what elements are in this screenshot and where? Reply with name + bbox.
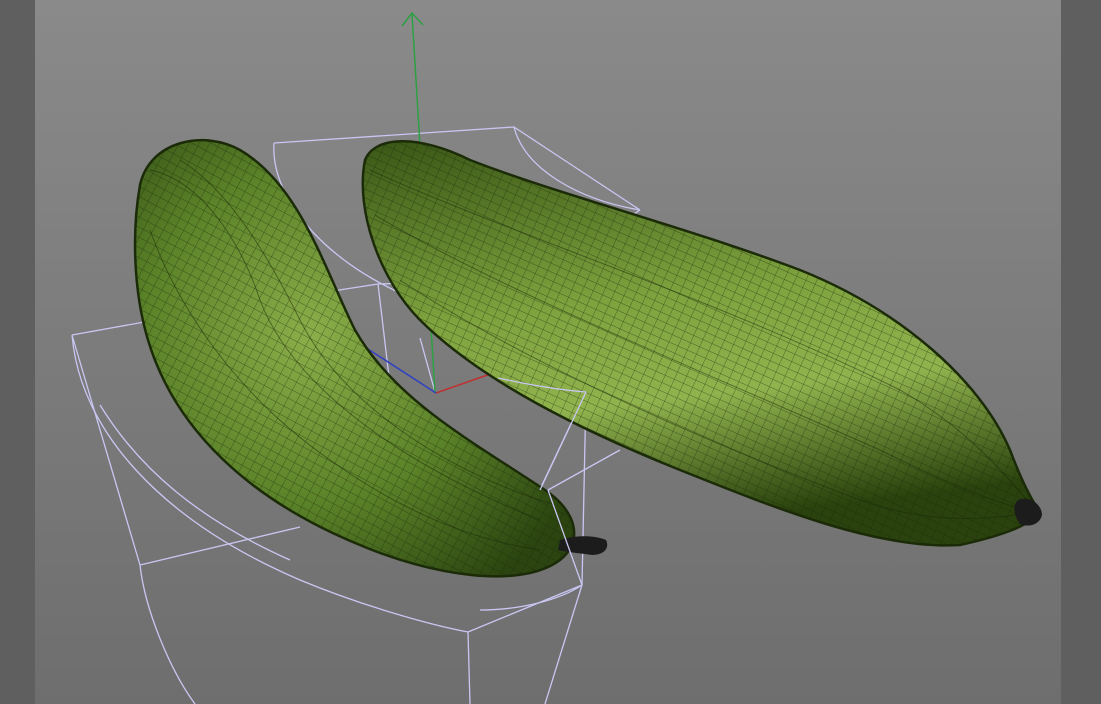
3d-viewport[interactable] (0, 0, 1101, 704)
scene-layer[interactable] (0, 0, 1101, 704)
x-axis-icon[interactable] (435, 371, 497, 394)
cucumber-straight-stem-icon (1014, 498, 1042, 526)
